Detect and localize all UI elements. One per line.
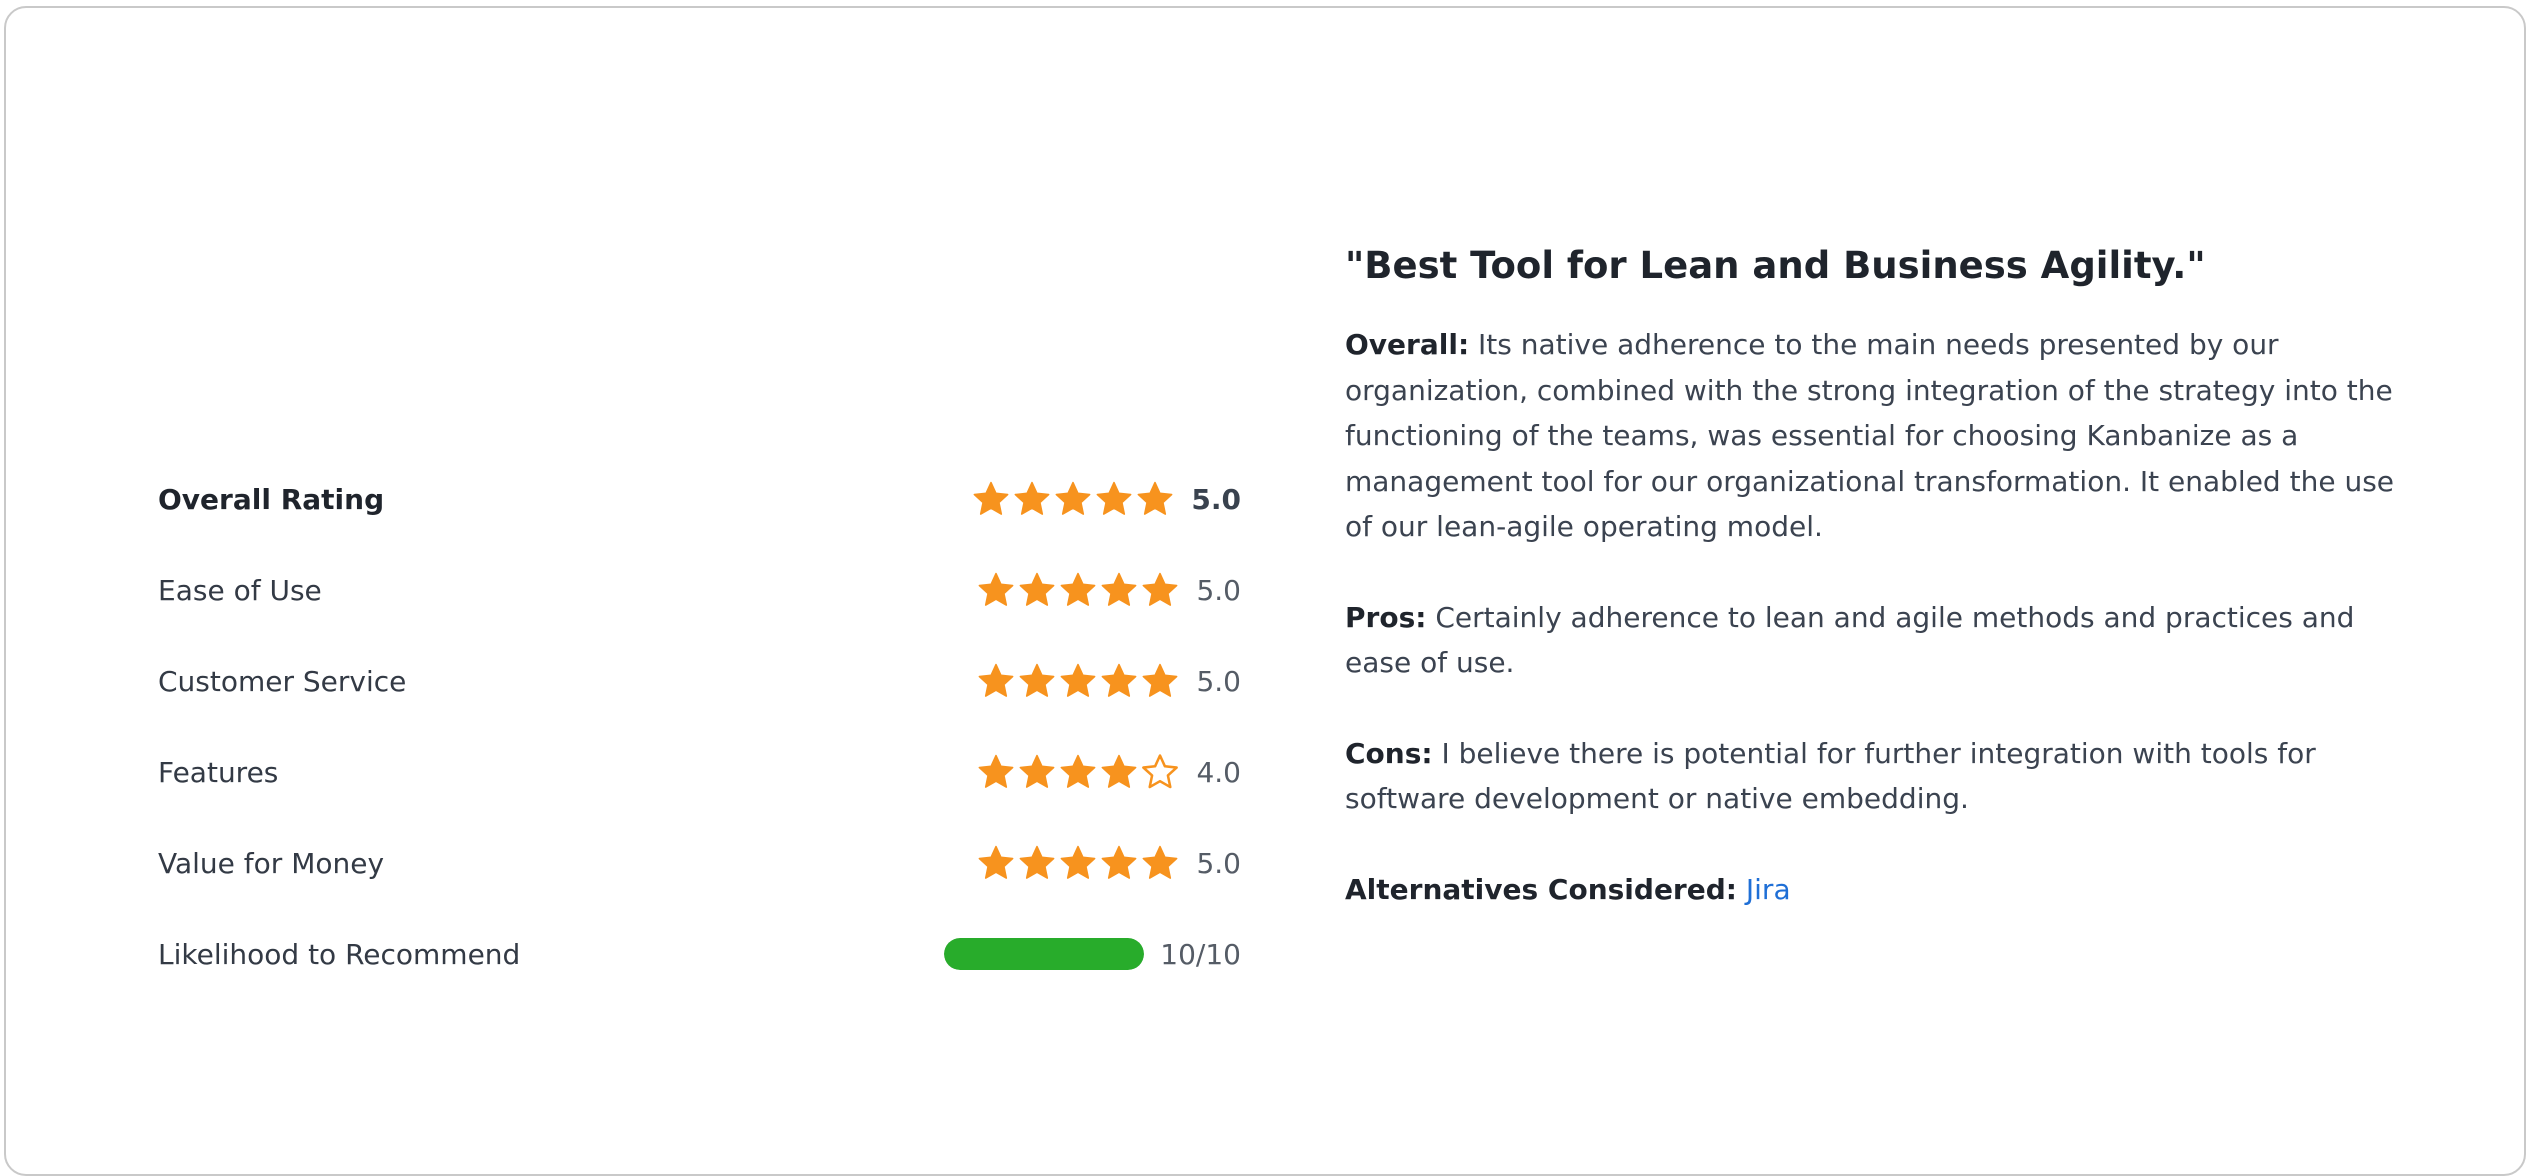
star-icon	[1143, 845, 1178, 879]
ratings-panel: Overall Rating 5.0 Ease of Use 5.0 Custo…	[158, 464, 1241, 1010]
star-group	[977, 571, 1182, 609]
recommend-score: 10/10	[1160, 937, 1241, 971]
star-icon	[1102, 754, 1137, 788]
review-overall: Overall: Its native adherence to the mai…	[1345, 322, 2425, 550]
star-icon	[1061, 572, 1096, 606]
pros-label: Pros:	[1345, 600, 1427, 634]
rating-row-likelihood-to-recommend: Likelihood to Recommend 10/10	[158, 919, 1241, 1010]
rating-label: Features	[158, 756, 279, 789]
star-icon	[979, 845, 1014, 879]
overall-label: Overall:	[1345, 328, 1470, 362]
star-icon	[1020, 663, 1055, 697]
star-group	[977, 844, 1182, 882]
star-group	[977, 662, 1182, 700]
review-card: Overall Rating 5.0 Ease of Use 5.0 Custo…	[4, 6, 2526, 1176]
rating-row-features: Features 4.0	[158, 737, 1241, 828]
review-title: "Best Tool for Lean and Business Agility…	[1345, 244, 2206, 287]
recommend-label: Likelihood to Recommend	[158, 938, 521, 971]
pros-text: Certainly adherence to lean and agile me…	[1345, 600, 2355, 680]
rating-score: 5.0	[1196, 573, 1241, 607]
star-icon	[1102, 663, 1137, 697]
star-group	[972, 480, 1177, 518]
alternative-link-jira[interactable]: Jira	[1746, 873, 1791, 906]
star-icon	[1020, 845, 1055, 879]
star-icon	[973, 481, 1009, 515]
rating-row-customer-service: Customer Service 5.0	[158, 646, 1241, 737]
star-icon	[1061, 754, 1096, 788]
recommend-progress-bar	[944, 938, 1145, 970]
review-cons: Cons: I believe there is potential for f…	[1345, 731, 2425, 822]
star-icon	[1014, 481, 1050, 515]
review-pros: Pros: Certainly adherence to lean and ag…	[1345, 595, 2425, 686]
cons-text: I believe there is potential for further…	[1345, 736, 2316, 816]
rating-row-overall: Overall Rating 5.0	[158, 464, 1241, 555]
rating-label: Customer Service	[158, 665, 407, 698]
star-icon	[1096, 481, 1132, 515]
review-alternatives: Alternatives Considered: Jira	[1345, 867, 2425, 913]
star-icon	[1143, 572, 1178, 606]
star-icon	[1102, 572, 1137, 606]
rating-label: Ease of Use	[158, 574, 322, 607]
star-icon	[1020, 572, 1055, 606]
rating-label: Overall Rating	[158, 483, 385, 516]
rating-score: 5.0	[1191, 482, 1241, 516]
star-icon	[1102, 845, 1137, 879]
star-icon	[979, 572, 1014, 606]
rating-score: 5.0	[1196, 664, 1241, 698]
star-icon	[979, 663, 1014, 697]
star-icon	[1020, 754, 1055, 788]
cons-label: Cons:	[1345, 736, 1433, 770]
recommend-progress-fill	[944, 938, 1145, 970]
rating-row-ease-of-use: Ease of Use 5.0	[158, 555, 1241, 646]
rating-row-value-for-money: Value for Money 5.0	[158, 828, 1241, 919]
star-group	[977, 753, 1182, 791]
star-icon	[1137, 481, 1173, 515]
star-icon	[1061, 663, 1096, 697]
star-icon	[1143, 663, 1178, 697]
overall-text: Its native adherence to the main needs p…	[1345, 328, 2395, 544]
star-icon	[1061, 845, 1096, 879]
alternatives-label: Alternatives Considered:	[1345, 872, 1737, 906]
star-icon	[1055, 481, 1091, 515]
review-content: "Best Tool for Lean and Business Agility…	[1345, 242, 2425, 957]
star-outline-icon	[1142, 754, 1179, 789]
rating-label: Value for Money	[158, 847, 385, 880]
star-icon	[979, 754, 1014, 788]
rating-score: 5.0	[1196, 846, 1241, 880]
rating-score: 4.0	[1196, 755, 1241, 789]
